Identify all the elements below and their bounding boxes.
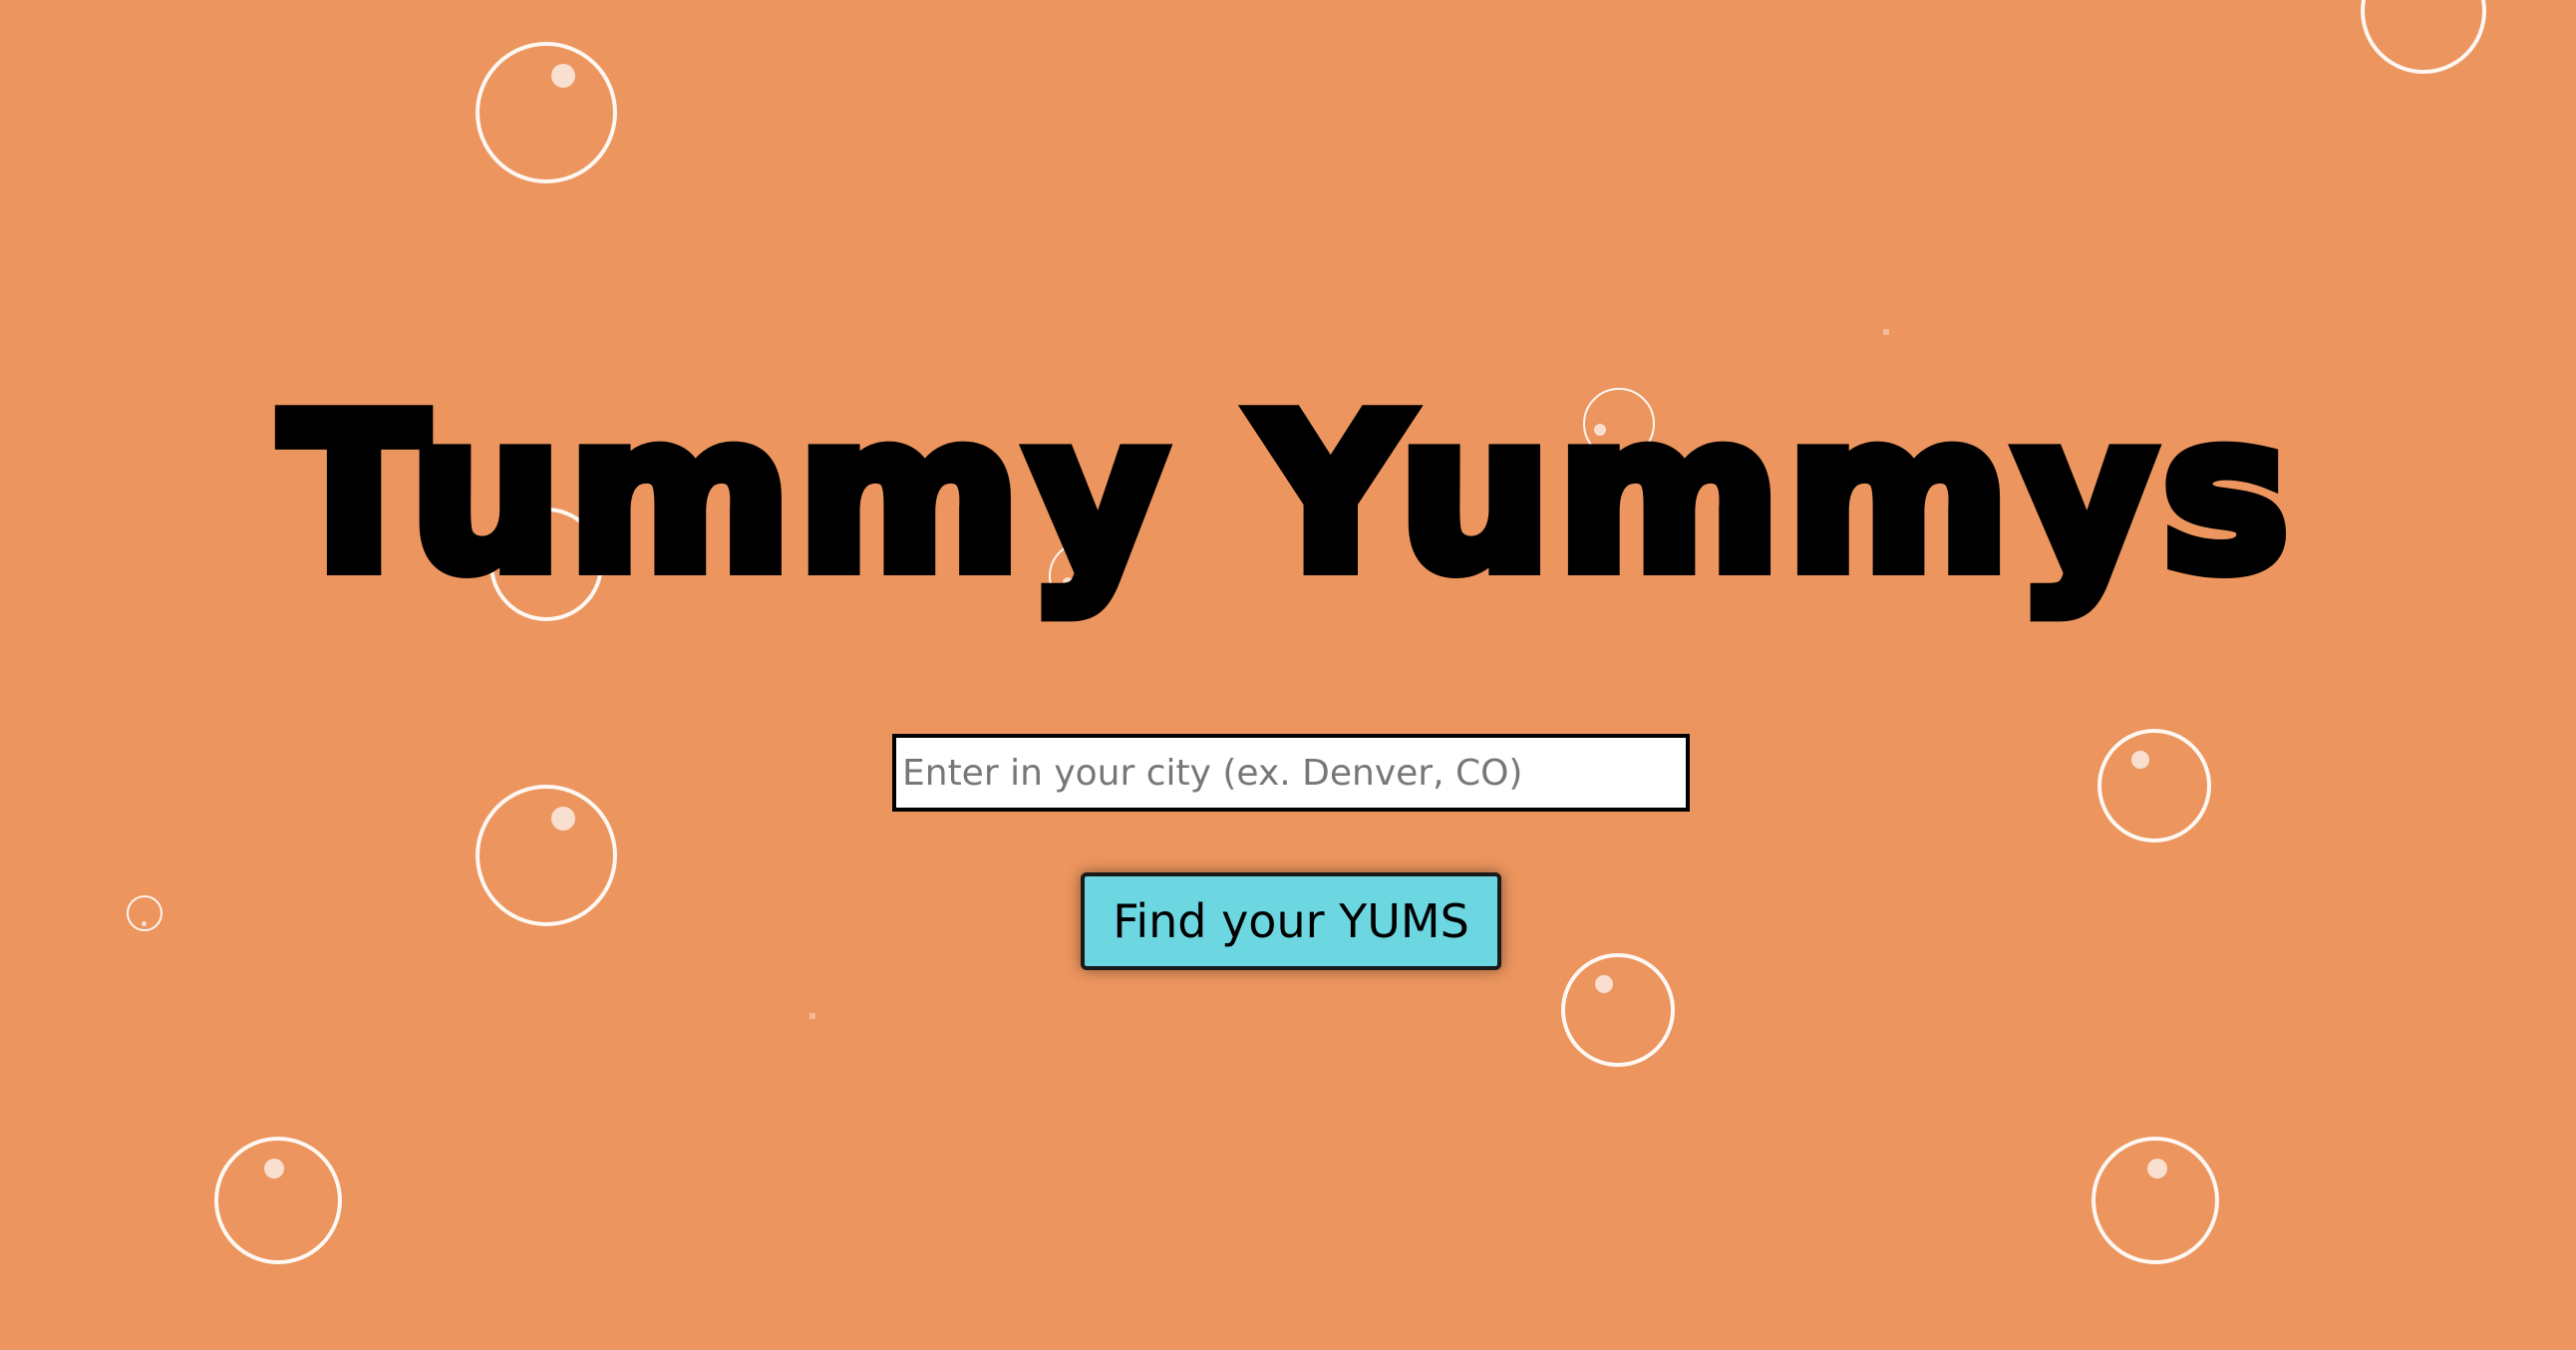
bubble-decoration (2097, 729, 2211, 843)
find-yums-button[interactable]: Find your YUMS (1081, 872, 1501, 970)
bubble-decoration (2092, 1137, 2219, 1264)
bubble-highlight (1595, 975, 1613, 993)
bubble-highlight (551, 64, 575, 88)
landing-page: { "app": { "title": "Tummy Yummys" }, "s… (0, 0, 2576, 1350)
bubble-highlight (2131, 751, 2149, 769)
bubble-highlight (142, 921, 147, 926)
bubble-decoration (1561, 953, 1675, 1067)
bubble-decoration (127, 895, 162, 931)
bubble-decoration (476, 785, 617, 926)
bubble-decoration (214, 1137, 342, 1264)
bubble-highlight (264, 1159, 284, 1179)
speck-decoration (1883, 329, 1889, 335)
bubble-highlight (2147, 1159, 2167, 1179)
bubble-decoration (476, 42, 617, 183)
bubble-decoration (2361, 0, 2486, 74)
city-search-input[interactable] (892, 734, 1690, 812)
page-title: Tummy Yummys (274, 369, 2296, 619)
bubble-highlight (551, 807, 575, 831)
speck-decoration (809, 1013, 815, 1019)
